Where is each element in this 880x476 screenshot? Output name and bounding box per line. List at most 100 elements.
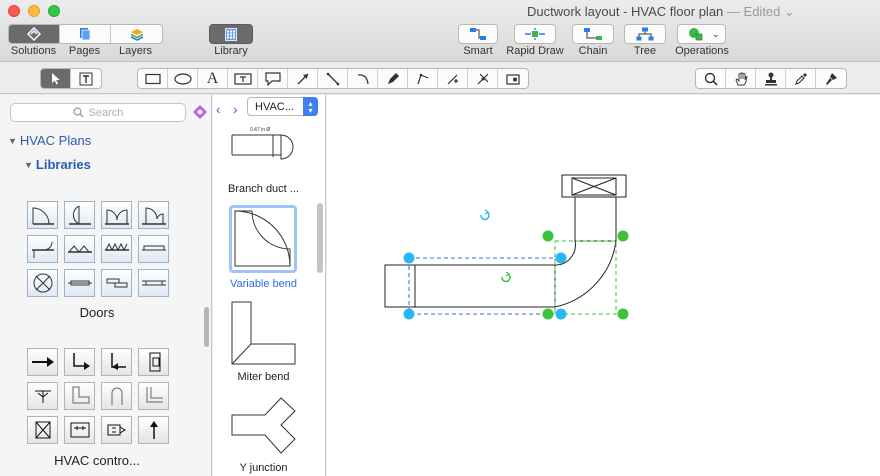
rotate-handle-icon[interactable] (501, 271, 511, 283)
line-tool[interactable] (318, 69, 348, 88)
hand-tool[interactable] (726, 69, 756, 88)
text-box-tool[interactable] (228, 69, 258, 88)
solutions-tab[interactable] (9, 25, 60, 43)
door-double-uneven-icon[interactable] (138, 201, 169, 229)
ellipse-tool[interactable] (168, 69, 198, 88)
text-box-icon (233, 72, 252, 85)
solutions-browser-icon[interactable] (192, 104, 208, 120)
shapes-panel-scrollbar[interactable] (317, 203, 323, 273)
disclosure-triangle-icon: ▼ (24, 159, 33, 170)
exhaust-bend-arrow-icon[interactable] (101, 348, 132, 376)
left-panel-scrollbar[interactable] (204, 307, 209, 347)
operations-button[interactable]: ⌄ (677, 24, 726, 44)
tree-item-hvac-plans[interactable]: ▼ HVAC Plans (8, 133, 91, 148)
grille-shape[interactable] (561, 174, 627, 198)
resize-handle[interactable] (555, 252, 567, 264)
smart-button[interactable] (458, 24, 498, 44)
door-bypass-icon[interactable] (101, 269, 132, 297)
connector-icon (477, 73, 488, 84)
callout-tool[interactable] (258, 69, 288, 88)
door-pivot-icon[interactable] (27, 235, 58, 263)
bezier-tool[interactable] (438, 69, 468, 88)
resize-handle[interactable] (617, 230, 629, 242)
close-window-button[interactable] (8, 5, 20, 17)
zoom-tool[interactable] (696, 69, 726, 88)
pages-label: Pages (68, 45, 101, 57)
arc-tool[interactable] (348, 69, 378, 88)
fire-damper-icon[interactable] (64, 416, 95, 444)
rectangle-tool[interactable] (138, 69, 168, 88)
polyline-icon (416, 73, 428, 84)
tree-item-libraries[interactable]: ▼ Libraries (24, 157, 91, 172)
selection-tools (40, 68, 102, 89)
fan-symbol-icon[interactable] (27, 382, 58, 410)
crossed-damper-icon[interactable] (27, 416, 58, 444)
vertical-duct-shape[interactable] (574, 197, 617, 241)
arrow-tool[interactable] (288, 69, 318, 88)
library-select[interactable]: HVAC... ▴ ▾ (247, 97, 318, 116)
drawing-canvas[interactable] (327, 95, 880, 476)
door-bifold-icon[interactable] (101, 235, 132, 263)
straight-duct-shape[interactable] (384, 264, 555, 308)
hvac-controls-library-grid[interactable] (27, 348, 169, 444)
arch-transition-icon[interactable] (101, 382, 132, 410)
tree-item-label: HVAC Plans (19, 133, 92, 148)
supply-arrow-icon[interactable] (27, 348, 58, 376)
pointer-tool[interactable] (41, 69, 71, 88)
polyline-tool[interactable] (408, 69, 438, 88)
return-bend-arrow-icon[interactable] (64, 348, 95, 376)
view-tools (695, 68, 847, 89)
door-pocket-icon[interactable] (64, 269, 95, 297)
search-field[interactable]: Search (10, 103, 186, 122)
door-opening-icon[interactable] (138, 269, 169, 297)
insert-image-tool[interactable] (498, 69, 528, 88)
door-folding-icon[interactable] (64, 235, 95, 263)
resize-handle[interactable] (542, 308, 554, 320)
library-button[interactable] (209, 24, 253, 44)
resize-handle[interactable] (403, 252, 415, 264)
y-junction-shape-icon (231, 397, 296, 454)
door-single-swing-icon[interactable] (27, 201, 58, 229)
chevron-right-icon: › (233, 101, 238, 117)
rapid-draw-button[interactable] (514, 24, 556, 44)
damper-box-icon[interactable] (138, 348, 169, 376)
resize-handle[interactable] (542, 230, 554, 242)
stamp-tool[interactable] (756, 69, 786, 88)
offset-elbow-icon[interactable] (138, 382, 169, 410)
resize-handle[interactable] (555, 308, 567, 320)
pen-tool[interactable] (378, 69, 408, 88)
pen-icon (387, 72, 399, 84)
chain-button[interactable] (572, 24, 614, 44)
next-library-button[interactable]: › (233, 101, 238, 117)
up-arrow-icon[interactable] (138, 416, 169, 444)
text-select-tool[interactable] (71, 69, 101, 88)
minimize-window-button[interactable] (28, 5, 40, 17)
solutions-icon (27, 27, 41, 41)
actuator-icon[interactable] (101, 416, 132, 444)
pointer-tool-icon (51, 73, 60, 85)
selected-shape-frame (229, 205, 297, 273)
rapid-draw-icon (525, 28, 545, 40)
pages-tab[interactable] (60, 25, 111, 43)
rotate-handle-icon[interactable] (480, 209, 490, 221)
variable-bend-shape[interactable] (554, 240, 617, 308)
door-sliding-icon[interactable] (138, 235, 169, 263)
door-double-swing-icon[interactable] (101, 201, 132, 229)
connector-tool[interactable] (468, 69, 498, 88)
edited-status[interactable]: — Edited ⌄ (727, 4, 795, 19)
rectangle-icon (144, 73, 161, 84)
chain-label: Chain (578, 45, 608, 57)
text-tool[interactable]: A (198, 69, 228, 88)
resize-handle[interactable] (403, 308, 415, 320)
layers-tab[interactable] (111, 25, 162, 43)
door-revolving-icon[interactable] (27, 269, 58, 297)
door-single-swing-reverse-icon[interactable] (64, 201, 95, 229)
zoom-window-button[interactable] (48, 5, 60, 17)
previous-library-button[interactable]: ‹ (216, 101, 221, 117)
resize-handle[interactable] (617, 308, 629, 320)
eyedropper-tool[interactable] (786, 69, 816, 88)
doors-library-grid[interactable] (27, 201, 169, 297)
turn-elbow-icon[interactable] (64, 382, 95, 410)
tree-button[interactable] (624, 24, 666, 44)
format-brush-tool[interactable] (816, 69, 846, 88)
